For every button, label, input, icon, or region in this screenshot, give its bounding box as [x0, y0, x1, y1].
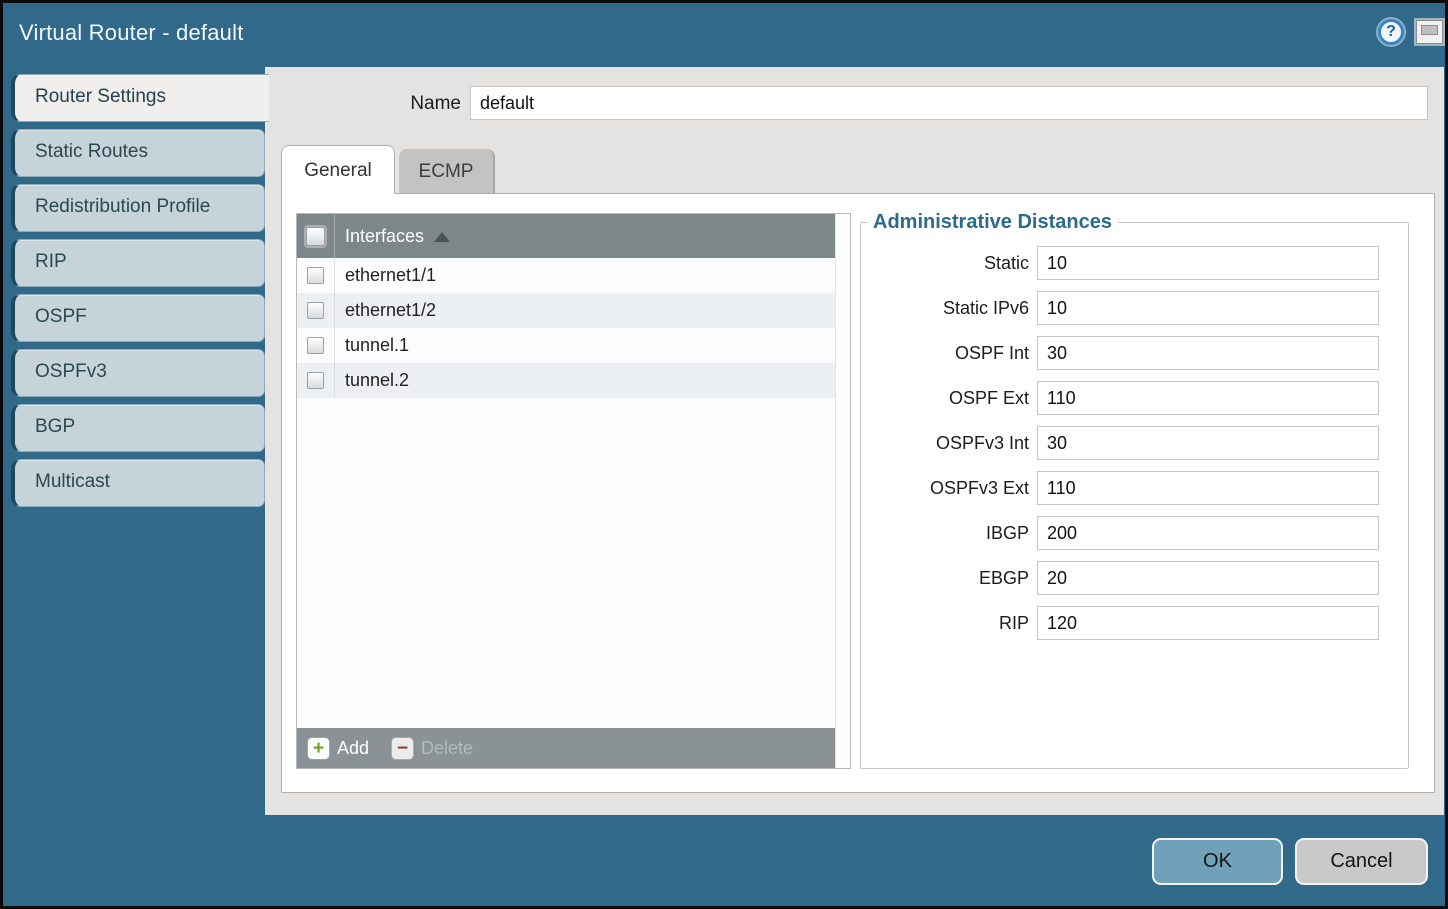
row-check-cell [297, 258, 335, 293]
distance-field-label: OSPFv3 Ext [861, 478, 1029, 499]
name-label: Name [265, 93, 461, 115]
distance-field-input[interactable] [1037, 426, 1379, 460]
distance-field-row: OSPF Int [861, 336, 1408, 370]
sidebar-item-label: Static Routes [35, 141, 148, 162]
interface-row[interactable]: ethernet1/1 [297, 258, 835, 293]
delete-interface-button[interactable]: − Delete [391, 737, 473, 760]
help-icon[interactable]: ? [1378, 19, 1404, 45]
interface-name: ethernet1/1 [345, 265, 436, 286]
distance-field-input[interactable] [1037, 246, 1379, 280]
distance-field-label: OSPFv3 Int [861, 433, 1029, 454]
sidebar-item-static-routes[interactable]: Static Routes [11, 129, 265, 177]
distance-field-input[interactable] [1037, 606, 1379, 640]
minus-icon: − [391, 737, 414, 760]
interface-name: ethernet1/2 [345, 300, 436, 321]
virtual-router-dialog: Virtual Router - default ? Router Settin… [0, 0, 1448, 909]
row-checkbox[interactable] [307, 337, 324, 354]
distance-field-label: IBGP [861, 523, 1029, 544]
table-empty-area [297, 398, 835, 728]
administrative-distances-group: Administrative Distances Static Static I… [860, 211, 1409, 769]
distance-field-row: Static IPv6 [861, 291, 1408, 325]
distance-field-input[interactable] [1037, 291, 1379, 325]
distance-field-row: OSPF Ext [861, 381, 1408, 415]
select-all-checkbox[interactable] [306, 227, 325, 246]
distance-field-row: Static [861, 246, 1408, 280]
table-toolbar: + Add − Delete [297, 728, 835, 768]
sidebar-item-label: BGP [35, 416, 75, 437]
interfaces-table: Interfaces ethernet1/1 ethernet1/2 tunne… [296, 213, 851, 769]
interfaces-column-header[interactable]: Interfaces [297, 214, 835, 258]
distance-field-row: RIP [861, 606, 1408, 640]
name-input[interactable] [470, 86, 1428, 120]
interface-row[interactable]: ethernet1/2 [297, 293, 835, 328]
distance-field-label: OSPF Int [861, 343, 1029, 364]
distance-field-input[interactable] [1037, 516, 1379, 550]
interfaces-header-label: Interfaces [345, 226, 424, 247]
row-checkbox[interactable] [307, 302, 324, 319]
sort-ascending-icon [434, 232, 450, 242]
restore-window-icon[interactable] [1416, 20, 1443, 44]
restore-window-icon-inner [1421, 25, 1438, 35]
distance-field-label: Static IPv6 [861, 298, 1029, 319]
interface-name: tunnel.1 [345, 335, 409, 356]
distance-field-label: RIP [861, 613, 1029, 634]
distance-field-row: IBGP [861, 516, 1408, 550]
sidebar-item-label: OSPF [35, 306, 87, 327]
select-all-cell [297, 214, 335, 258]
distance-field-input[interactable] [1037, 561, 1379, 595]
distance-field-row: OSPFv3 Ext [861, 471, 1408, 505]
sidebar-item-label: Multicast [35, 471, 110, 492]
table-scrollbar-track[interactable] [835, 214, 850, 768]
sidebar-item-multicast[interactable]: Multicast [11, 459, 265, 507]
distance-field-input[interactable] [1037, 381, 1379, 415]
distance-field-input[interactable] [1037, 336, 1379, 370]
plus-icon: + [307, 737, 330, 760]
dialog-title: Virtual Router - default [19, 20, 244, 46]
delete-button-label: Delete [421, 738, 473, 759]
tab-ecmp[interactable]: ECMP [399, 149, 495, 194]
tab-general[interactable]: General [281, 145, 395, 194]
distance-field-label: OSPF Ext [861, 388, 1029, 409]
row-check-cell [297, 328, 335, 363]
row-check-cell [297, 363, 335, 398]
sidebar-item-bgp[interactable]: BGP [11, 404, 265, 452]
interface-name: tunnel.2 [345, 370, 409, 391]
row-checkbox[interactable] [307, 372, 324, 389]
distance-field-input[interactable] [1037, 471, 1379, 505]
sidebar-item-label: Router Settings [35, 86, 166, 107]
interface-row[interactable]: tunnel.2 [297, 363, 835, 398]
distance-field-row: OSPFv3 Int [861, 426, 1408, 460]
interfaces-rows: ethernet1/1 ethernet1/2 tunnel.1 tunnel.… [297, 258, 835, 398]
ok-button[interactable]: OK [1152, 838, 1283, 885]
administrative-distances-fields: Static Static IPv6 OSPF Int OSPF Ext OSP… [861, 246, 1408, 640]
title-bar: Virtual Router - default ? [3, 3, 1445, 67]
sidebar-item-label: OSPFv3 [35, 361, 107, 382]
sidebar-item-redistribution-profile[interactable]: Redistribution Profile [11, 184, 265, 232]
distance-field-label: EBGP [861, 568, 1029, 589]
row-checkbox[interactable] [307, 267, 324, 284]
distance-field-label: Static [861, 253, 1029, 274]
row-check-cell [297, 293, 335, 328]
add-interface-button[interactable]: + Add [307, 737, 369, 760]
add-button-label: Add [337, 738, 369, 759]
sidebar-item-label: Redistribution Profile [35, 196, 210, 217]
sidebar-item-label: RIP [35, 251, 67, 272]
interface-row[interactable]: tunnel.1 [297, 328, 835, 363]
cancel-button[interactable]: Cancel [1295, 838, 1428, 885]
sidebar-item-router-settings[interactable]: Router Settings [11, 74, 269, 122]
administrative-distances-title: Administrative Distances [867, 211, 1118, 234]
sidebar-item-ospfv3[interactable]: OSPFv3 [11, 349, 265, 397]
distance-field-row: EBGP [861, 561, 1408, 595]
sidebar-item-rip[interactable]: RIP [11, 239, 265, 287]
sidebar-item-ospf[interactable]: OSPF [11, 294, 265, 342]
